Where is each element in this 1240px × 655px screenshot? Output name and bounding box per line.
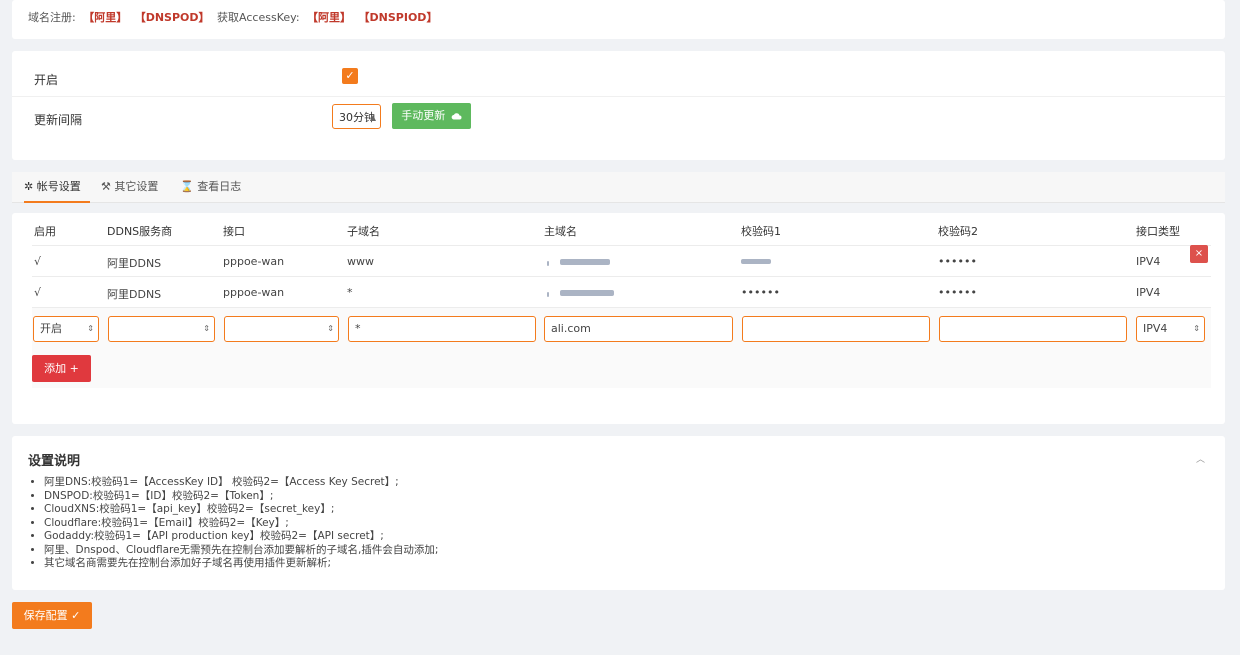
ddns-table-card: 启用 DDNS服务商 接口 子域名 主域名 校验码1 校验码2 接口类型 √ 阿… [12, 213, 1225, 424]
tab-label: 帐号设置 [36, 180, 81, 193]
tab-label: 其它设置 [114, 180, 159, 193]
new-enabled-value: 开启 [40, 322, 62, 335]
instructions-list: 阿里DNS:校验码1=【AccessKey ID】 校验码2=【Access K… [28, 476, 438, 571]
tab-account-settings[interactable]: ✲ 帐号设置 [24, 172, 90, 203]
link-aliyun-register[interactable]: 【阿里】 [83, 11, 127, 24]
cell-provider: 阿里DDNS [107, 257, 162, 270]
enable-checkbox[interactable]: ✓ [342, 68, 358, 84]
select-arrows-icon: ⇕ [1193, 324, 1200, 333]
new-iface-type-value: IPV4 [1143, 322, 1168, 335]
enable-label: 开启 [34, 73, 59, 87]
new-interface-select[interactable]: ⇕ [224, 316, 339, 342]
manual-update-button[interactable]: 手动更新 [392, 103, 471, 129]
list-item: CloudXNS:校验码1=【api_key】校验码2=【secret_key】… [44, 503, 438, 517]
cell-key2: •••••• [938, 286, 977, 299]
header-subdomain: 子域名 [347, 225, 380, 238]
list-item: Cloudflare:校验码1=【Email】校验码2=【Key】; [44, 517, 438, 531]
check-icon: ✓ [345, 69, 355, 82]
interval-select[interactable]: 30分钟 ▲ [332, 104, 381, 129]
link-dnspod-register[interactable]: 【DNSPOD】 [135, 11, 210, 24]
list-item: DNSPOD:校验码1=【ID】校验码2=【Token】; [44, 490, 438, 504]
list-item: Godaddy:校验码1=【API production key】校验码2=【A… [44, 530, 438, 544]
tab-other-settings[interactable]: ⚒ 其它设置 [101, 172, 158, 201]
cell-enabled: √ [34, 286, 42, 299]
list-item: 阿里DNS:校验码1=【AccessKey ID】 校验码2=【Access K… [44, 476, 438, 490]
redacted-key [741, 259, 771, 264]
cell-interface: pppoe-wan [223, 286, 285, 299]
cell-key1: •••••• [741, 286, 780, 299]
instructions-title: 设置说明 [28, 454, 81, 469]
new-provider-select[interactable]: ⇕ [108, 316, 215, 342]
new-subdomain-value: * [355, 322, 361, 335]
redacted-domain [547, 292, 549, 297]
redacted-domain [560, 290, 614, 296]
header-key1: 校验码1 [741, 225, 781, 238]
divider [32, 276, 1211, 277]
select-arrows-icon: ⇕ [203, 324, 210, 333]
cell-key2: •••••• [938, 255, 977, 268]
accesskey-label: 获取AccessKey: [217, 11, 300, 24]
enable-row [12, 51, 1225, 97]
header-iface-type: 接口类型 [1136, 225, 1180, 238]
header-enabled: 启用 [34, 225, 56, 238]
cell-interface: pppoe-wan [223, 255, 285, 268]
basic-settings-card: 开启 ✓ 更新间隔 30分钟 ▲ 手动更新 [12, 51, 1225, 160]
select-arrows-icon: ▲ [369, 113, 376, 122]
delete-row-button[interactable]: × [1190, 245, 1208, 263]
header-main-domain: 主域名 [544, 225, 577, 238]
hourglass-icon: ⌛ [180, 180, 194, 193]
add-button[interactable]: 添加 + [32, 355, 91, 382]
list-item: 其它域名商需要先在控制台添加好子域名再使用插件更新解析; [44, 557, 438, 571]
new-subdomain-input[interactable]: * [348, 316, 536, 342]
domain-register-label: 域名注册: [28, 11, 76, 24]
add-row-area [32, 353, 1211, 388]
instructions-card: 设置说明 ︿ 阿里DNS:校验码1=【AccessKey ID】 校验码2=【A… [12, 436, 1225, 590]
cell-iface-type: IPV4 [1136, 286, 1161, 299]
select-arrows-icon: ⇕ [327, 324, 334, 333]
cell-iface-type: IPV4 [1136, 255, 1161, 268]
cell-enabled: √ [34, 255, 42, 268]
tools-icon: ⚒ [101, 180, 111, 193]
domain-links-card: 域名注册: 【阿里】 【DNSPOD】 获取AccessKey: 【阿里】 【D… [12, 0, 1225, 39]
new-enabled-select[interactable]: 开启 ⇕ [33, 316, 99, 342]
link-aliyun-accesskey[interactable]: 【阿里】 [307, 11, 351, 24]
manual-update-label: 手动更新 [401, 109, 446, 122]
redacted-domain [560, 259, 610, 265]
header-provider: DDNS服务商 [107, 225, 173, 238]
cloud-icon [451, 113, 462, 120]
new-key1-input[interactable] [742, 316, 930, 342]
tab-view-log[interactable]: ⌛ 查看日志 [180, 172, 241, 201]
new-key2-input[interactable] [939, 316, 1127, 342]
close-icon: × [1194, 248, 1204, 259]
tab-bar: ✲ 帐号设置 ⚒ 其它设置 ⌛ 查看日志 [12, 172, 1225, 203]
new-main-domain-input[interactable]: ali.com [544, 316, 733, 342]
header-key2: 校验码2 [938, 225, 978, 238]
cell-subdomain: www [347, 255, 374, 268]
interval-label: 更新间隔 [34, 113, 83, 127]
cell-subdomain: * [347, 286, 353, 299]
header-interface: 接口 [223, 225, 245, 238]
domain-links-line: 域名注册: 【阿里】 【DNSPOD】 获取AccessKey: 【阿里】 【D… [28, 9, 441, 25]
cell-provider: 阿里DDNS [107, 288, 162, 301]
link-dnspod-accesskey[interactable]: 【DNSPIOD】 [359, 11, 438, 24]
list-item: 阿里、Dnspod、Cloudflare无需预先在控制台添加要解析的子域名,插件… [44, 544, 438, 558]
divider [32, 245, 1211, 246]
save-config-button[interactable]: 保存配置 ✓ [12, 602, 92, 629]
select-arrows-icon: ⇕ [87, 324, 94, 333]
new-main-domain-value: ali.com [551, 322, 591, 335]
redacted-domain [547, 261, 549, 266]
chevron-up-icon[interactable]: ︿ [1196, 452, 1205, 465]
new-iface-type-select[interactable]: IPV4 ⇕ [1136, 316, 1205, 342]
gear-icon: ✲ [24, 180, 34, 193]
tab-label: 查看日志 [197, 180, 242, 193]
